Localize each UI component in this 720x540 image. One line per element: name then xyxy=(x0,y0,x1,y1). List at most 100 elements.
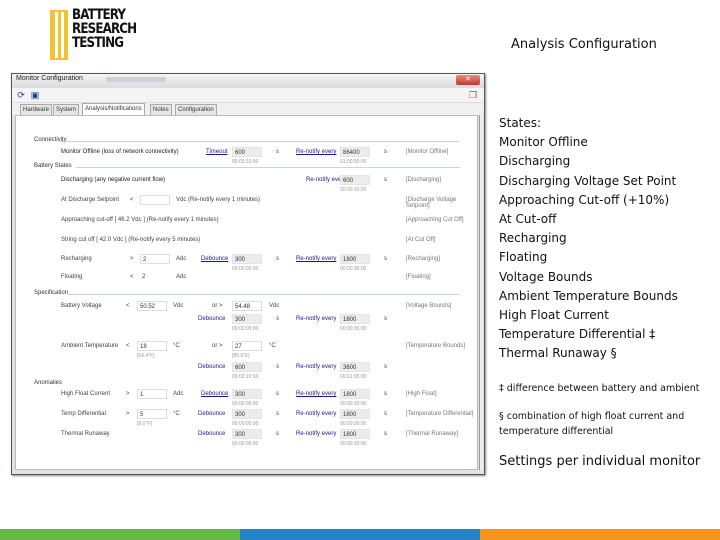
voltage-high-input[interactable]: 54.48 xyxy=(232,301,262,311)
renotify-link[interactable]: Re-notify every xyxy=(296,256,336,262)
debounce-label[interactable]: Debounce xyxy=(198,431,225,437)
debounce-input[interactable]: 300 xyxy=(232,389,262,399)
state-tag: [Discharge Voltage Setpoint] xyxy=(406,197,457,209)
debounce-input[interactable]: 300 xyxy=(232,429,262,439)
operator: > xyxy=(126,391,130,397)
renotify-input[interactable]: 1800 xyxy=(340,389,370,399)
tab-system[interactable]: System xyxy=(53,104,80,115)
close-tab-icon[interactable]: ❐ xyxy=(468,90,478,100)
debounce-input[interactable]: 300 xyxy=(232,409,262,419)
state-tag: [At Cut Off] xyxy=(406,237,436,243)
renotify-input[interactable]: 1800 xyxy=(340,254,370,264)
state-item: Temperature Differential ‡ xyxy=(499,327,656,342)
voltage-low-input[interactable]: 50.52 xyxy=(137,301,167,311)
unit-s: s xyxy=(276,256,279,262)
operator: < xyxy=(126,303,130,309)
footer-bar-green xyxy=(0,529,240,540)
renotify-label[interactable]: Re-notify every xyxy=(296,411,336,417)
renotify-duration: 00:01:00:00 xyxy=(340,374,367,380)
tab-analysis-notifications[interactable]: Analysis/Notifications xyxy=(82,103,145,115)
logo-text: BATTERY RESEARCH TESTING xyxy=(72,7,137,51)
unit-vdc: Vdc xyxy=(173,303,184,309)
refresh-icon[interactable]: ⟳ xyxy=(16,90,26,100)
renotify-input[interactable]: 600 xyxy=(340,175,370,185)
save-icon[interactable]: ▣ xyxy=(30,90,40,100)
recharging-input[interactable]: 2 xyxy=(140,254,170,264)
footer-color-bar xyxy=(0,529,720,540)
debounce-link[interactable]: Debounce xyxy=(201,391,228,397)
renotify-link[interactable]: Re-notify every xyxy=(296,149,336,155)
or-greater-label: or > xyxy=(212,303,223,309)
renotify-label[interactable]: Re-notify every xyxy=(296,431,336,437)
footnote-combination: § combination of high float current and … xyxy=(499,411,685,437)
discharging-label: Discharging (any negative current flow) xyxy=(61,177,166,183)
unit-s: s xyxy=(276,149,279,155)
battery-icon xyxy=(50,10,68,60)
renotify-input[interactable]: 1800 xyxy=(340,314,370,324)
floating-value[interactable]: 2 xyxy=(142,274,145,280)
renotify-link[interactable]: Re-notify every xyxy=(296,391,336,397)
divider xyxy=(76,167,460,168)
section-battery-states: Battery States xyxy=(34,163,72,169)
temp-diff-f: [9.0°F] xyxy=(137,421,152,427)
renotify-input[interactable]: 3600 xyxy=(340,362,370,372)
state-tag: [Approaching Cut Off] xyxy=(406,217,464,223)
unit-c: °C xyxy=(173,343,180,349)
debounce-input[interactable]: 600 xyxy=(232,362,262,372)
high-float-input[interactable]: 1 xyxy=(137,389,167,399)
renotify-input[interactable]: 1800 xyxy=(340,429,370,439)
scrollbar[interactable] xyxy=(479,115,483,470)
debounce-link[interactable]: Debounce xyxy=(201,256,228,262)
company-logo: BATTERY RESEARCH TESTING xyxy=(48,6,148,62)
renotify-duration: 00:00:30:00 xyxy=(340,326,367,332)
tab-notes[interactable]: Notes xyxy=(150,104,172,115)
section-connectivity: Connectivity xyxy=(34,137,67,143)
state-item: Ambient Temperature Bounds xyxy=(499,288,678,303)
timeout-duration: 00:00:10:00 xyxy=(232,159,259,165)
renotify-input[interactable]: 86400 xyxy=(340,147,370,157)
renotify-duration: 00:00:30:00 xyxy=(340,421,367,427)
state-tag: [Temperature Differential] xyxy=(406,411,474,417)
debounce-label[interactable]: Debounce xyxy=(198,411,225,417)
debounce-input[interactable]: 300 xyxy=(232,314,262,324)
setpoint-input[interactable] xyxy=(140,195,170,205)
temp-diff-input[interactable]: 5 xyxy=(137,409,167,419)
battery-voltage-label: Battery Voltage xyxy=(61,303,102,309)
unit-vdc: Vdc xyxy=(269,303,280,309)
debounce-label[interactable]: Debounce xyxy=(198,316,225,322)
temp-high-input[interactable]: 27 xyxy=(232,341,262,351)
setpoint-tail: Vdc (Re-notify every 1 minutes) xyxy=(176,197,261,203)
renotify-input[interactable]: 1800 xyxy=(340,409,370,419)
unit-s: s xyxy=(276,431,279,437)
unit-s: s xyxy=(276,316,279,322)
logo-line-3: TESTING xyxy=(72,35,124,51)
toolbar: ⟳ ▣ ❐ xyxy=(12,88,484,103)
timeout-link[interactable]: Timeout xyxy=(206,149,227,155)
renotify-duration: 01:00:00:00 xyxy=(340,159,367,165)
unit-s: s xyxy=(384,316,387,322)
unit-c: °C xyxy=(173,411,180,417)
temp-low-input[interactable]: 18 xyxy=(137,341,167,351)
temp-high-f: [80.6°F] xyxy=(232,353,250,359)
renotify-label[interactable]: Re-notify every xyxy=(296,364,336,370)
logo-line-1: BATTERY xyxy=(72,7,126,23)
tab-configuration[interactable]: Configuration xyxy=(175,104,217,115)
state-tag: [Monitor Offline] xyxy=(406,149,449,155)
tab-hardware[interactable]: Hardware xyxy=(20,104,53,115)
divider xyxy=(68,294,460,295)
debounce-input[interactable]: 300 xyxy=(232,254,262,264)
renotify-duration: 00:00:30:00 xyxy=(340,266,367,272)
debounce-label[interactable]: Debounce xyxy=(198,364,225,370)
footer-bar-blue xyxy=(240,529,480,540)
temp-low-f: [64.4°F] xyxy=(137,353,155,359)
timeout-input[interactable]: 600 xyxy=(232,147,262,157)
settings-note: Settings per individual monitor xyxy=(499,454,701,469)
debounce-duration: 00:00:05:00 xyxy=(232,266,259,272)
renotify-label[interactable]: Re-notify every xyxy=(296,316,336,322)
unit-s: s xyxy=(384,411,387,417)
temp-diff-label: Temp Differential xyxy=(61,411,106,417)
unit-c: °C xyxy=(269,343,276,349)
window-titlebar[interactable]: Monitor Configuration ✕ xyxy=(12,74,484,88)
close-button[interactable]: ✕ xyxy=(456,75,480,85)
state-tag: [Floating] xyxy=(406,274,431,280)
